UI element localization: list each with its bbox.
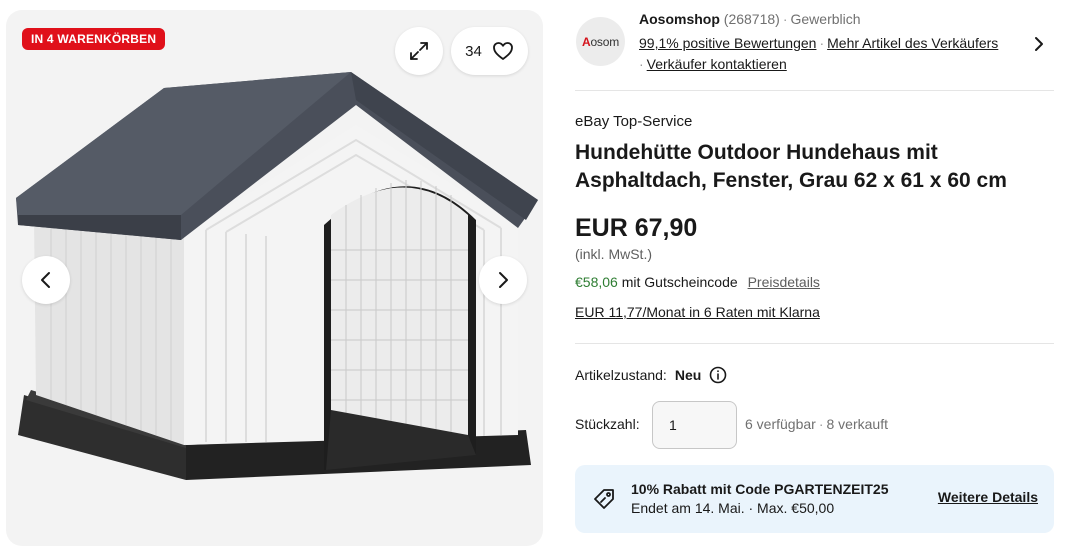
divider [575,343,1054,344]
vat-note: (inkl. MwSt.) [575,246,652,262]
seller-links: 99,1% positive Bewertungen · Mehr Artikel … [639,35,999,51]
price: EUR 67,90 [575,214,698,242]
contact-seller-link[interactable]: Verkäufer kontaktieren [647,56,787,72]
expand-image-button[interactable] [395,27,443,75]
watcher-count: 34 [465,42,482,60]
coupon-text: mit Gutscheincode [621,274,738,290]
sold-count: 8 verkauft [826,416,888,432]
condition-row: Artikelzustand: Neu [575,366,727,384]
watch-button[interactable]: 34 [451,27,528,75]
condition-label: Artikelzustand: [575,367,667,383]
coupon-tag-icon [594,489,614,509]
next-image-button[interactable] [479,256,527,304]
promo-details-link[interactable]: Weitere Details [938,489,1038,505]
top-service-label: eBay Top-Service [575,113,693,130]
seller-feedback-score: (268718) [723,11,780,27]
divider [575,90,1054,91]
heart-icon [492,42,513,60]
quantity-input[interactable] [652,401,737,449]
seller-logo[interactable]: Aosom [576,17,625,66]
seller-chevron-right-icon[interactable] [1031,35,1047,53]
seller-logo-prefix: A [581,34,591,49]
available-count: 6 verfügbar [745,416,816,432]
promo-subtitle: Endet am 14. Mai. · Max. €50,00 [631,500,835,516]
condition-value: Neu [674,367,702,383]
seller-links-row2: · Verkäufer kontaktieren [639,56,787,72]
listing-title: Hundehütte Outdoor Hundehaus mit Asphalt… [575,141,1007,192]
klarna-link[interactable]: EUR 11,77/Monat in 6 Raten mit Klarna [575,304,820,320]
expand-icon [410,42,428,60]
info-icon[interactable] [709,366,727,384]
product-image[interactable] [6,50,543,490]
availability: 6 verfügbar · 8 verkauft [745,416,888,432]
seller-info: Aosomshop (268718) · Gewerblich [639,11,861,27]
seller-name[interactable]: Aosomshop [639,11,720,27]
seller-type: Gewerblich [790,11,861,27]
coupon-line: €58,06 mit Gutscheincode Preisdetails [575,274,820,290]
positive-feedback-link[interactable]: 99,1% positive Bewertungen [639,35,816,51]
chevron-left-icon [41,272,50,288]
promo-title: 10% Rabatt mit Code PGARTENZEIT25 [631,481,889,497]
more-items-link[interactable]: Mehr Artikel des Verkäufers [827,35,998,51]
previous-image-button[interactable] [22,256,70,304]
promo-banner: 10% Rabatt mit Code PGARTENZEIT25 Endet … [575,465,1054,533]
image-gallery: IN 4 WARENKÖRBEN 34 [6,10,543,546]
chevron-right-icon [499,272,508,288]
seller-logo-rest: osom [590,34,619,49]
quantity-label: Stückzahl: [575,416,640,432]
cart-count-badge: IN 4 WARENKÖRBEN [22,28,166,50]
coupon-price: €58,06 [575,274,618,290]
price-details-link[interactable]: Preisdetails [748,274,820,290]
